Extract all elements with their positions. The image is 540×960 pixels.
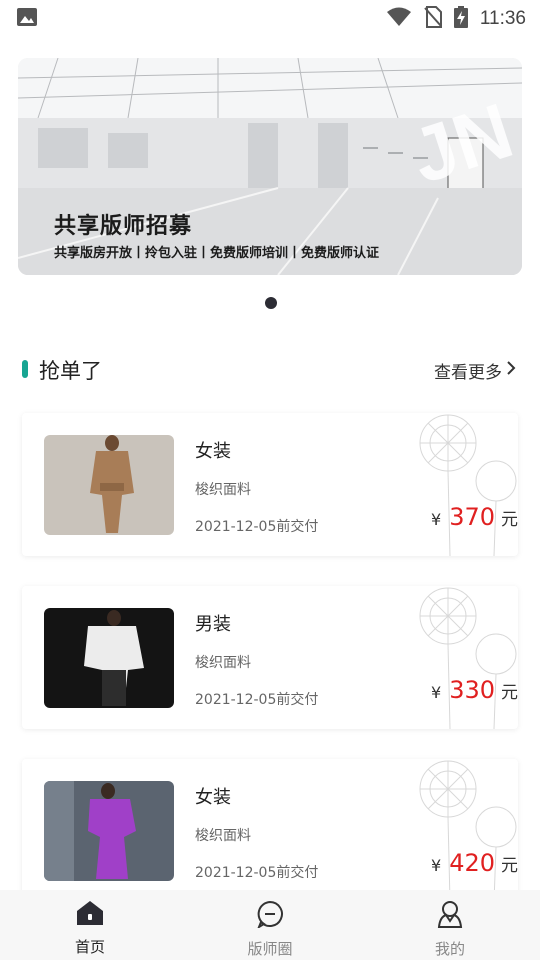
order-category: 男装 [195, 614, 231, 635]
nav-item-community[interactable]: 版师圈 [180, 890, 360, 960]
profile-icon [437, 900, 463, 932]
bottom-nav: 首页 版师圈 我的 [0, 890, 540, 960]
nav-label-community: 版师圈 [247, 940, 293, 958]
order-category: 女装 [195, 441, 231, 462]
chevron-right-icon [506, 360, 516, 381]
section-title: 抢单了 [39, 359, 102, 383]
nav-item-profile[interactable]: 我的 [360, 890, 540, 960]
price-amount: 370 [449, 503, 495, 531]
order-fabric: 梭织面料 [195, 482, 251, 498]
dandelion-decoration-icon [419, 760, 517, 902]
carousel-indicator-dot[interactable] [265, 297, 277, 309]
currency-symbol: ¥ [431, 510, 442, 529]
status-time: 11:36 [479, 8, 526, 29]
price-amount: 330 [449, 676, 495, 704]
order-deadline: 2021-12-05前交付 [195, 865, 319, 881]
order-card[interactable]: 男装 梭织面料 2021-12-05前交付 ¥ 330 元 [22, 586, 518, 729]
dandelion-decoration-icon [419, 414, 517, 556]
order-price: ¥ 370 元 [431, 503, 518, 531]
nav-label-home: 首页 [74, 938, 105, 956]
promo-banner[interactable]: JN 共享版师招募 共享版房开放丨拎包入驻丨免费版师培训丨免费版师认证 [18, 58, 522, 275]
order-card[interactable]: 女装 梭织面料 2021-12-05前交付 ¥ 420 元 [22, 759, 518, 902]
order-deadline: 2021-12-05前交付 [195, 692, 319, 708]
nav-item-home[interactable]: 首页 [0, 890, 180, 960]
product-image[interactable] [44, 781, 174, 881]
order-fabric: 梭织面料 [195, 828, 251, 844]
order-card[interactable]: 女装 梭织面料 2021-12-05前交付 ¥ 370 元 [22, 413, 518, 556]
currency-symbol: ¥ [431, 683, 442, 702]
status-bar: 11:36 [0, 0, 540, 38]
price-amount: 420 [449, 849, 495, 877]
dandelion-decoration-icon [419, 587, 517, 729]
product-image[interactable] [44, 608, 174, 708]
order-fabric: 梭织面料 [195, 655, 251, 671]
order-deadline: 2021-12-05前交付 [195, 519, 319, 535]
see-more-link[interactable]: 查看更多 [434, 358, 516, 383]
product-image[interactable] [44, 435, 174, 535]
order-price: ¥ 330 元 [431, 676, 518, 704]
banner-subtitle: 共享版房开放丨拎包入驻丨免费版师培训丨免费版师认证 [54, 246, 380, 261]
price-unit: 元 [501, 683, 518, 703]
price-unit: 元 [501, 856, 518, 876]
banner-title: 共享版师招募 [54, 214, 193, 239]
no-sim-icon [424, 6, 442, 32]
order-category: 女装 [195, 787, 231, 808]
home-icon [76, 900, 104, 930]
battery-charging-icon [453, 6, 468, 32]
currency-symbol: ¥ [431, 856, 442, 875]
status-icons: 11:36 [386, 6, 526, 32]
wifi-icon [386, 7, 412, 31]
chat-icon [256, 900, 284, 932]
nav-label-profile: 我的 [434, 940, 465, 958]
order-price: ¥ 420 元 [431, 849, 518, 877]
see-more-label: 查看更多 [434, 363, 502, 383]
section-accent-bar [22, 360, 28, 378]
price-unit: 元 [501, 510, 518, 530]
gallery-notification-icon [16, 7, 38, 31]
